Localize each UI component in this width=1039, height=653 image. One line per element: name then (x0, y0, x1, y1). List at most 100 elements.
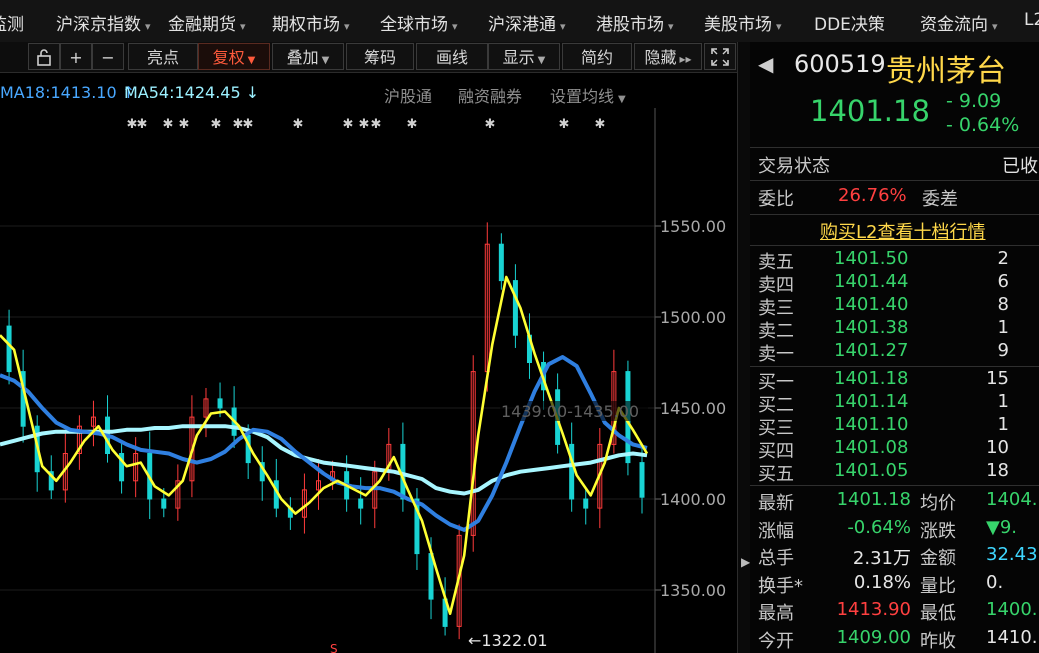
candlestick-chart[interactable]: ✱ ✱ ✱ ✱ ✱ ✱ ✱ ✱ ✱ ✱ ✱ ✱ ✱ ✱ ✱S 1550.001500.001450.0014… (0, 108, 737, 653)
ma18-value: MA18:1413.10 (0, 83, 117, 102)
ask-volume: 6 (997, 271, 1009, 292)
zoom-in-button[interactable]: + (60, 43, 92, 70)
y-tick-label: 1350.00 (660, 581, 726, 600)
bid-price[interactable]: 1401.18 (834, 368, 908, 389)
crosshair-readout: 1439.00-1435.00 (500, 401, 648, 421)
event-marker-icon[interactable]: ✱ (595, 117, 606, 132)
fullscreen-button[interactable] (704, 43, 736, 70)
trade-status-label: 交易状态 (758, 156, 830, 177)
event-marker-icon[interactable]: ✱ (293, 117, 304, 132)
ask-price[interactable]: 1401.38 (834, 317, 908, 338)
event-marker-icon[interactable]: ✱ (343, 117, 354, 132)
dividend-marker-icon[interactable]: S (330, 642, 338, 653)
series-line-ma54 (0, 424, 648, 496)
stat-label: 换手* (758, 575, 803, 597)
chips-button[interactable]: 筹码 (346, 43, 414, 70)
margin-trading-link[interactable]: 融资融券 (458, 83, 522, 107)
bid-price[interactable]: 1401.10 (834, 414, 908, 435)
stat-label: 均价 (920, 493, 956, 514)
hide-button[interactable]: 隐藏 ▸▸ (634, 43, 702, 70)
divider (750, 485, 1039, 486)
event-marker-icon[interactable]: ✱ (485, 117, 496, 132)
bid-volume: 15 (986, 368, 1009, 389)
overlay-button[interactable]: 叠加 ▼ (272, 43, 344, 70)
lock-icon (37, 49, 51, 66)
event-marker-icon[interactable]: ✱ (163, 117, 174, 132)
lock-button[interactable] (28, 43, 60, 70)
candle-body (6, 325, 12, 373)
highlight-button[interactable]: 亮点 (128, 43, 198, 70)
menu-item-index[interactable]: 沪深京指数 ▾ (56, 10, 151, 35)
stat-label: 金额 (920, 548, 956, 569)
caret-down-icon: ▼ (618, 94, 626, 105)
arrow-down-icon: ↓ (240, 83, 260, 102)
bid-price[interactable]: 1401.05 (834, 460, 908, 481)
ask-volume: 2 (997, 248, 1009, 269)
zoom-out-button[interactable]: − (92, 43, 124, 70)
prev-stock-icon[interactable]: ◀ (758, 52, 773, 76)
stat-value: ▼9. (986, 516, 1018, 538)
stat-value: 1400. (986, 599, 1038, 620)
menu-item-futures[interactable]: 金融期货 ▾ (168, 10, 246, 35)
menu-item-label: DDE决策 (814, 15, 885, 35)
bid-price[interactable]: 1401.08 (834, 437, 908, 458)
menu-item-l2[interactable]: L2 (1024, 10, 1039, 30)
button-label: 复权 (212, 48, 245, 67)
ask-volume: 1 (997, 317, 1009, 338)
event-marker-icon[interactable]: ✱ (407, 117, 418, 132)
bid-price[interactable]: 1401.14 (834, 391, 908, 412)
menu-item-label: 港股市场 (596, 15, 664, 35)
chevron-down-icon: ▾ (776, 20, 782, 33)
buy-l2-link[interactable]: 购买L2查看十档行情 (820, 218, 985, 244)
y-tick-label: 1500.00 (660, 308, 726, 327)
ask-price[interactable]: 1401.50 (834, 248, 908, 269)
menu-item-connect[interactable]: 沪深港通 ▾ (488, 10, 566, 35)
stat-label: 总手 (758, 548, 794, 569)
event-marker-icon[interactable]: ✱ (371, 117, 382, 132)
stat-label: 今开 (758, 630, 794, 652)
divider (750, 214, 1039, 215)
adjust-rights-button[interactable]: 复权 ▼ (198, 43, 270, 70)
event-marker-icon[interactable]: ✱ (359, 117, 370, 132)
expand-icon (711, 48, 729, 66)
stat-value: 2.31万 (852, 548, 911, 569)
low-price-label: ←1322.01 (468, 631, 548, 650)
event-marker-icon[interactable]: ✱ (211, 117, 222, 132)
stat-label: 最低 (920, 603, 956, 624)
display-button[interactable]: 显示 ▼ (488, 43, 560, 70)
chevron-down-icon: ▾ (668, 20, 674, 33)
ask-price[interactable]: 1401.40 (834, 294, 908, 315)
collapse-arrow-icon[interactable]: ▶ (741, 555, 750, 569)
chevron-down-icon: ▾ (240, 20, 246, 33)
ma-settings-link[interactable]: 设置均线 ▼ (550, 83, 626, 107)
event-marker-icon[interactable]: ✱ (137, 117, 148, 132)
menu-item-dde[interactable]: DDE决策 (814, 10, 885, 35)
event-marker-icon[interactable]: ✱ (179, 117, 190, 132)
candle-body (217, 398, 223, 409)
ask-price[interactable]: 1401.44 (834, 271, 908, 292)
shanghai-connect-link[interactable]: 沪股通 (384, 83, 432, 107)
caret-down-icon: ▼ (321, 55, 330, 66)
draw-line-button[interactable]: 画线 (416, 43, 488, 70)
panel-splitter[interactable]: ▶ (737, 42, 751, 653)
chevron-down-icon: ▾ (560, 20, 566, 33)
ask-price[interactable]: 1401.27 (834, 340, 908, 361)
button-label: 显示 (502, 48, 535, 67)
menu-item-hk[interactable]: 港股市场 ▾ (596, 10, 674, 35)
ask-volume: 9 (997, 340, 1009, 361)
event-marker-icon[interactable]: ✱ (559, 117, 570, 132)
event-marker-icon[interactable]: ✱ (243, 117, 254, 132)
menu-item-flow[interactable]: 资金流向 ▾ (920, 10, 998, 35)
y-tick-label: 1550.00 (660, 217, 726, 236)
bid-volume: 18 (986, 460, 1009, 481)
order-ratio-value: 26.76% (838, 185, 907, 206)
menu-item-label: 沪深京指数 (56, 15, 141, 35)
menu-item-monitor[interactable]: 监测 (0, 10, 24, 35)
caret-down-icon: ▼ (537, 55, 546, 66)
menu-item-options[interactable]: 期权市场 ▾ (272, 10, 350, 35)
menu-item-us[interactable]: 美股市场 ▾ (704, 10, 782, 35)
stat-value: 32.43 (986, 544, 1038, 565)
chart-toolbar: + − 亮点 复权 ▼ 叠加 ▼ 筹码 画线 显示 ▼ 简约 隐藏 ▸▸ (0, 42, 748, 73)
simple-button[interactable]: 简约 (562, 43, 632, 70)
menu-item-global[interactable]: 全球市场 ▾ (380, 10, 458, 35)
